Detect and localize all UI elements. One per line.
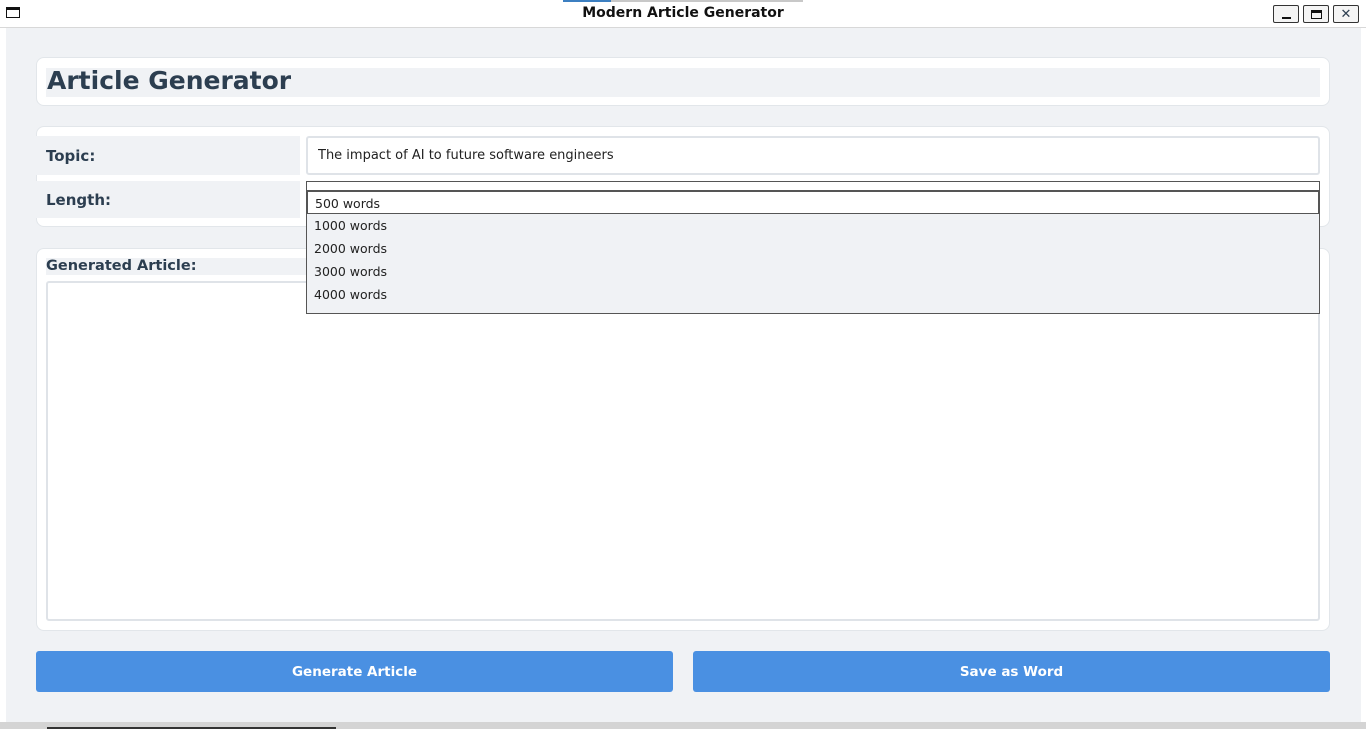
length-label-text: Length:	[46, 190, 111, 209]
length-option-4000[interactable]: 4000 words	[307, 283, 1319, 306]
length-option-500[interactable]: 500 words	[307, 191, 1319, 214]
window-title: Modern Article Generator	[582, 5, 784, 21]
minimize-button[interactable]	[1273, 5, 1299, 23]
length-dropdown-list: 500 words 1000 words 2000 words 3000 wor…	[306, 190, 1320, 314]
titlebar-focus-indicator	[563, 0, 611, 2]
titlebar-focus-track	[611, 0, 803, 2]
article-textarea[interactable]	[46, 281, 1320, 621]
length-label: Length:	[36, 181, 300, 218]
generate-article-button[interactable]: Generate Article	[36, 651, 673, 692]
topic-input[interactable]	[306, 136, 1320, 175]
length-option-1000[interactable]: 1000 words	[307, 214, 1319, 237]
maximize-button[interactable]	[1303, 5, 1329, 23]
length-option-3000[interactable]: 3000 words	[307, 260, 1319, 283]
page-title: Article Generator	[47, 66, 292, 95]
topic-label-text: Topic:	[46, 146, 96, 165]
article-label: Generated Article:	[46, 258, 310, 275]
taskbar-strip	[0, 722, 1366, 729]
topic-label: Topic:	[36, 136, 300, 175]
save-as-word-button[interactable]: Save as Word	[693, 651, 1330, 692]
window-titlebar: Modern Article Generator ✕	[0, 0, 1366, 28]
close-icon: ✕	[1340, 6, 1352, 22]
maximize-icon	[1310, 9, 1322, 19]
close-button[interactable]: ✕	[1333, 5, 1359, 23]
header-card: Article Generator	[36, 57, 1330, 106]
minimize-icon	[1281, 17, 1291, 19]
length-option-2000[interactable]: 2000 words	[307, 237, 1319, 260]
